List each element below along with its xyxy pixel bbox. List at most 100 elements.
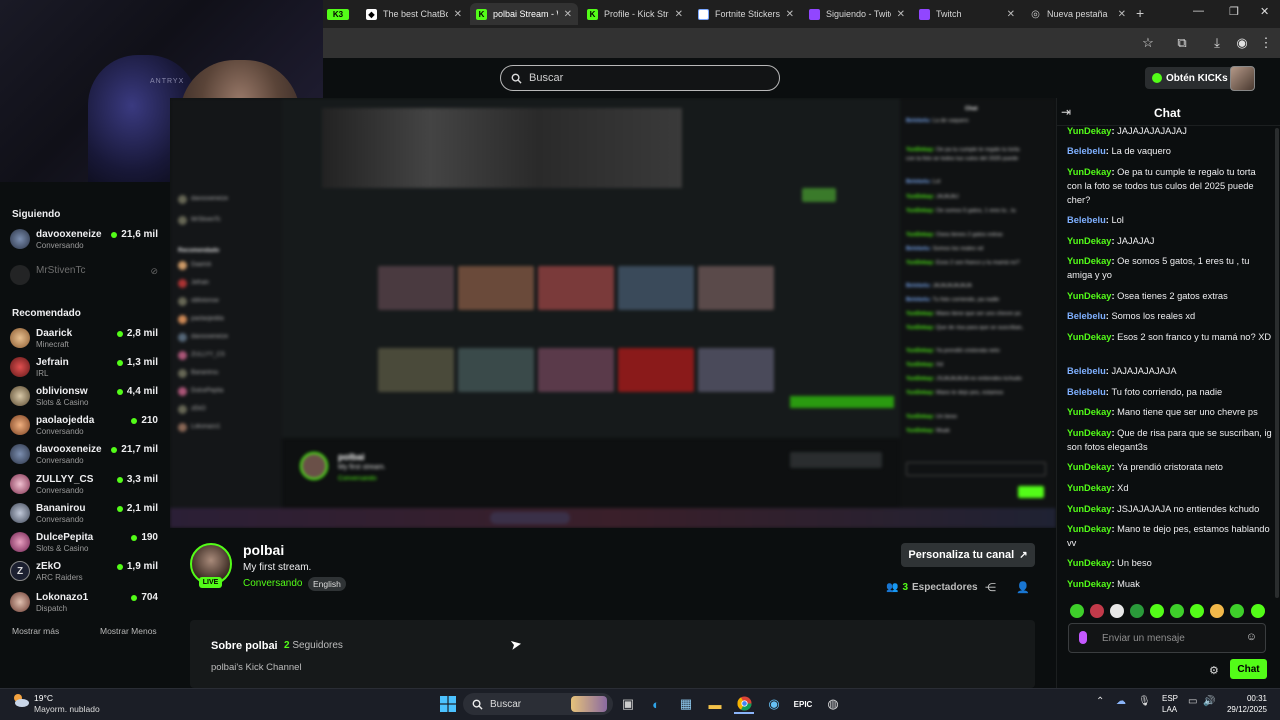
chat-username[interactable]: YunDekay [1067, 504, 1111, 514]
customize-channel-button[interactable]: Personaliza tu canal ↗ [901, 543, 1035, 567]
close-icon[interactable]: ✕ [1118, 9, 1126, 20]
sidebar-item-bananirou[interactable]: Bananirou Conversando 2,1 mil [10, 502, 160, 528]
emote-icon[interactable] [1251, 604, 1265, 618]
bookmark-star-icon[interactable]: ☆ [1139, 34, 1157, 52]
windows-start-icon[interactable] [438, 694, 458, 714]
collapse-chat-icon[interactable]: ⇥ [1061, 105, 1071, 119]
extensions-icon[interactable]: ⧉ [1173, 34, 1191, 52]
chat-username[interactable]: Belebelu [1067, 311, 1106, 321]
sidebar-item-davooxeneize-2[interactable]: davooxeneize Conversando 21,7 mil [10, 443, 160, 469]
chat-send-button[interactable]: Chat [1230, 659, 1267, 679]
onedrive-icon[interactable]: ☁ [1116, 696, 1126, 707]
sidebar-item-daarick[interactable]: Daarick Minecraft 2,8 mil [10, 327, 160, 353]
chat-username[interactable]: YunDekay [1067, 558, 1111, 568]
sidebar-item-oblivionsw[interactable]: oblivionsw Slots & Casino 4,4 mil [10, 385, 160, 411]
sidebar-item-lokonazo1[interactable]: Lokonazo1 Dispatch 704 [10, 591, 160, 617]
sidebar-item-dulcepepita[interactable]: DulcePepita Slots & Casino 190 [10, 531, 160, 557]
minimize-icon[interactable]: — [1193, 5, 1204, 17]
stream-category[interactable]: Conversando [243, 578, 302, 589]
chat-username[interactable]: YunDekay [1067, 167, 1111, 177]
close-icon[interactable]: ✕ [675, 9, 683, 20]
chat-username[interactable]: Belebelu [1067, 387, 1106, 397]
microphone-tray-icon[interactable]: 🎙 [1138, 696, 1151, 707]
chat-username[interactable]: Belebelu [1067, 215, 1106, 225]
sidebar-item-zullyy-cs[interactable]: ZULLYY_CS Conversando 3,3 mil [10, 473, 160, 499]
show-more-link[interactable]: Mostrar más [12, 626, 59, 636]
taskbar-search[interactable]: Buscar [463, 693, 613, 715]
emote-icon[interactable] [1190, 604, 1204, 618]
edge-icon[interactable]: ◐ [646, 694, 666, 714]
tab-chatbot[interactable]: ◆ The best ChatBot ✕ [360, 3, 468, 25]
close-icon[interactable]: ✕ [454, 9, 462, 20]
tab-new-tab[interactable]: ◎ Nueva pestaña ✕ [1024, 3, 1132, 25]
chat-username[interactable]: Belebelu [1067, 366, 1106, 376]
chat-username[interactable]: YunDekay [1067, 524, 1111, 534]
chrome-icon[interactable] [734, 694, 754, 714]
epic-games-icon[interactable]: EPIC [793, 694, 813, 714]
emote-icon[interactable] [1230, 604, 1244, 618]
sidebar-item-davooxeneize[interactable]: davooxeneize Conversando 21,6 mil [10, 228, 160, 254]
chat-username[interactable]: YunDekay [1067, 126, 1111, 136]
add-user-icon[interactable]: 👤 [1016, 581, 1030, 594]
obs-icon[interactable]: ◍ [823, 694, 843, 714]
tab-fortnite-stickers[interactable]: Fortnite Stickers - ✕ [692, 3, 800, 25]
chat-username[interactable]: YunDekay [1067, 291, 1111, 301]
chat-username[interactable]: YunDekay [1067, 579, 1111, 589]
menu-kebab-icon[interactable]: ⋮ [1257, 34, 1275, 52]
chat-username[interactable]: YunDekay [1067, 462, 1111, 472]
microphone-icon[interactable] [1079, 631, 1087, 644]
emote-icon[interactable] [1090, 604, 1104, 618]
emote-icon[interactable] [1110, 604, 1124, 618]
restore-icon[interactable]: ❐ [1229, 5, 1239, 18]
chat-username[interactable]: YunDekay [1067, 332, 1111, 342]
close-icon[interactable]: ✕ [564, 9, 572, 20]
store-icon[interactable]: ▦ [676, 694, 696, 714]
chat-username[interactable]: YunDekay [1067, 236, 1111, 246]
download-icon[interactable]: ⤓ [1208, 34, 1226, 52]
show-hidden-icons-icon[interactable]: ⌃ [1096, 696, 1104, 707]
close-icon[interactable]: ✕ [897, 9, 905, 20]
task-view-icon[interactable]: ▣ [618, 694, 638, 714]
share-icon[interactable]: ⋲ [985, 581, 996, 594]
taskbar-clock[interactable]: 00:31 [1219, 694, 1267, 703]
taskbar-date[interactable]: 29/12/2025 [1219, 705, 1267, 714]
tab-twitch-following[interactable]: Siguiendo - Twitch ✕ [803, 3, 911, 25]
chat-message-input[interactable]: Enviar un mensaje ☺ [1068, 623, 1266, 653]
window-close-icon[interactable]: ✕ [1260, 5, 1269, 18]
emote-icon[interactable] [1210, 604, 1224, 618]
chat-scrollbar[interactable] [1275, 128, 1279, 598]
close-icon[interactable]: ✕ [786, 9, 794, 20]
tab-kick-profile[interactable]: K Profile - Kick Stre ✕ [581, 3, 689, 25]
chat-username[interactable]: YunDekay [1067, 483, 1111, 493]
new-tab-button[interactable]: + [1136, 5, 1144, 21]
volume-icon[interactable]: 🔊 [1203, 696, 1215, 707]
search-input[interactable]: Buscar [500, 65, 780, 91]
emoji-picker-icon[interactable]: ☺ [1246, 631, 1257, 643]
emote-icon[interactable] [1170, 604, 1184, 618]
tab-partial-kick[interactable]: K3 [325, 3, 353, 25]
channel-name[interactable]: polbai [243, 542, 284, 558]
tab-polbai-stream[interactable]: K polbai Stream - W ✕ [470, 3, 578, 25]
sidebar-item-paolaojedda[interactable]: paolaojedda Conversando 210 [10, 414, 160, 440]
chat-username[interactable]: YunDekay [1067, 407, 1111, 417]
sidebar-item-jefrain[interactable]: Jefrain IRL 1,3 mil [10, 356, 160, 382]
get-kicks-button[interactable]: Obtén KICKs [1145, 67, 1235, 89]
show-less-link[interactable]: Mostrar Menos [100, 626, 157, 636]
chat-settings-gear-icon[interactable]: ⚙ [1209, 664, 1219, 677]
chat-username[interactable]: YunDekay [1067, 428, 1111, 438]
network-icon[interactable]: ▭ [1188, 696, 1197, 707]
language-tag[interactable]: English [308, 577, 346, 591]
weather-cloud-icon[interactable] [12, 692, 30, 708]
close-icon[interactable]: ✕ [1007, 9, 1015, 20]
chat-username[interactable]: Belebelu [1067, 146, 1106, 156]
emote-icon[interactable] [1130, 604, 1144, 618]
input-language[interactable]: ESP [1162, 694, 1178, 703]
emote-icon[interactable] [1070, 604, 1084, 618]
profile-icon[interactable]: ◉ [1233, 34, 1251, 52]
sidebar-item-zeko[interactable]: Z zEkO ARC Raiders 1,9 mil [10, 560, 160, 586]
emote-icon[interactable] [1150, 604, 1164, 618]
user-avatar[interactable] [1230, 66, 1255, 91]
file-explorer-icon[interactable]: ▬ [705, 694, 725, 714]
chat-username[interactable]: YunDekay [1067, 256, 1111, 266]
input-layout[interactable]: LAA [1162, 705, 1177, 714]
